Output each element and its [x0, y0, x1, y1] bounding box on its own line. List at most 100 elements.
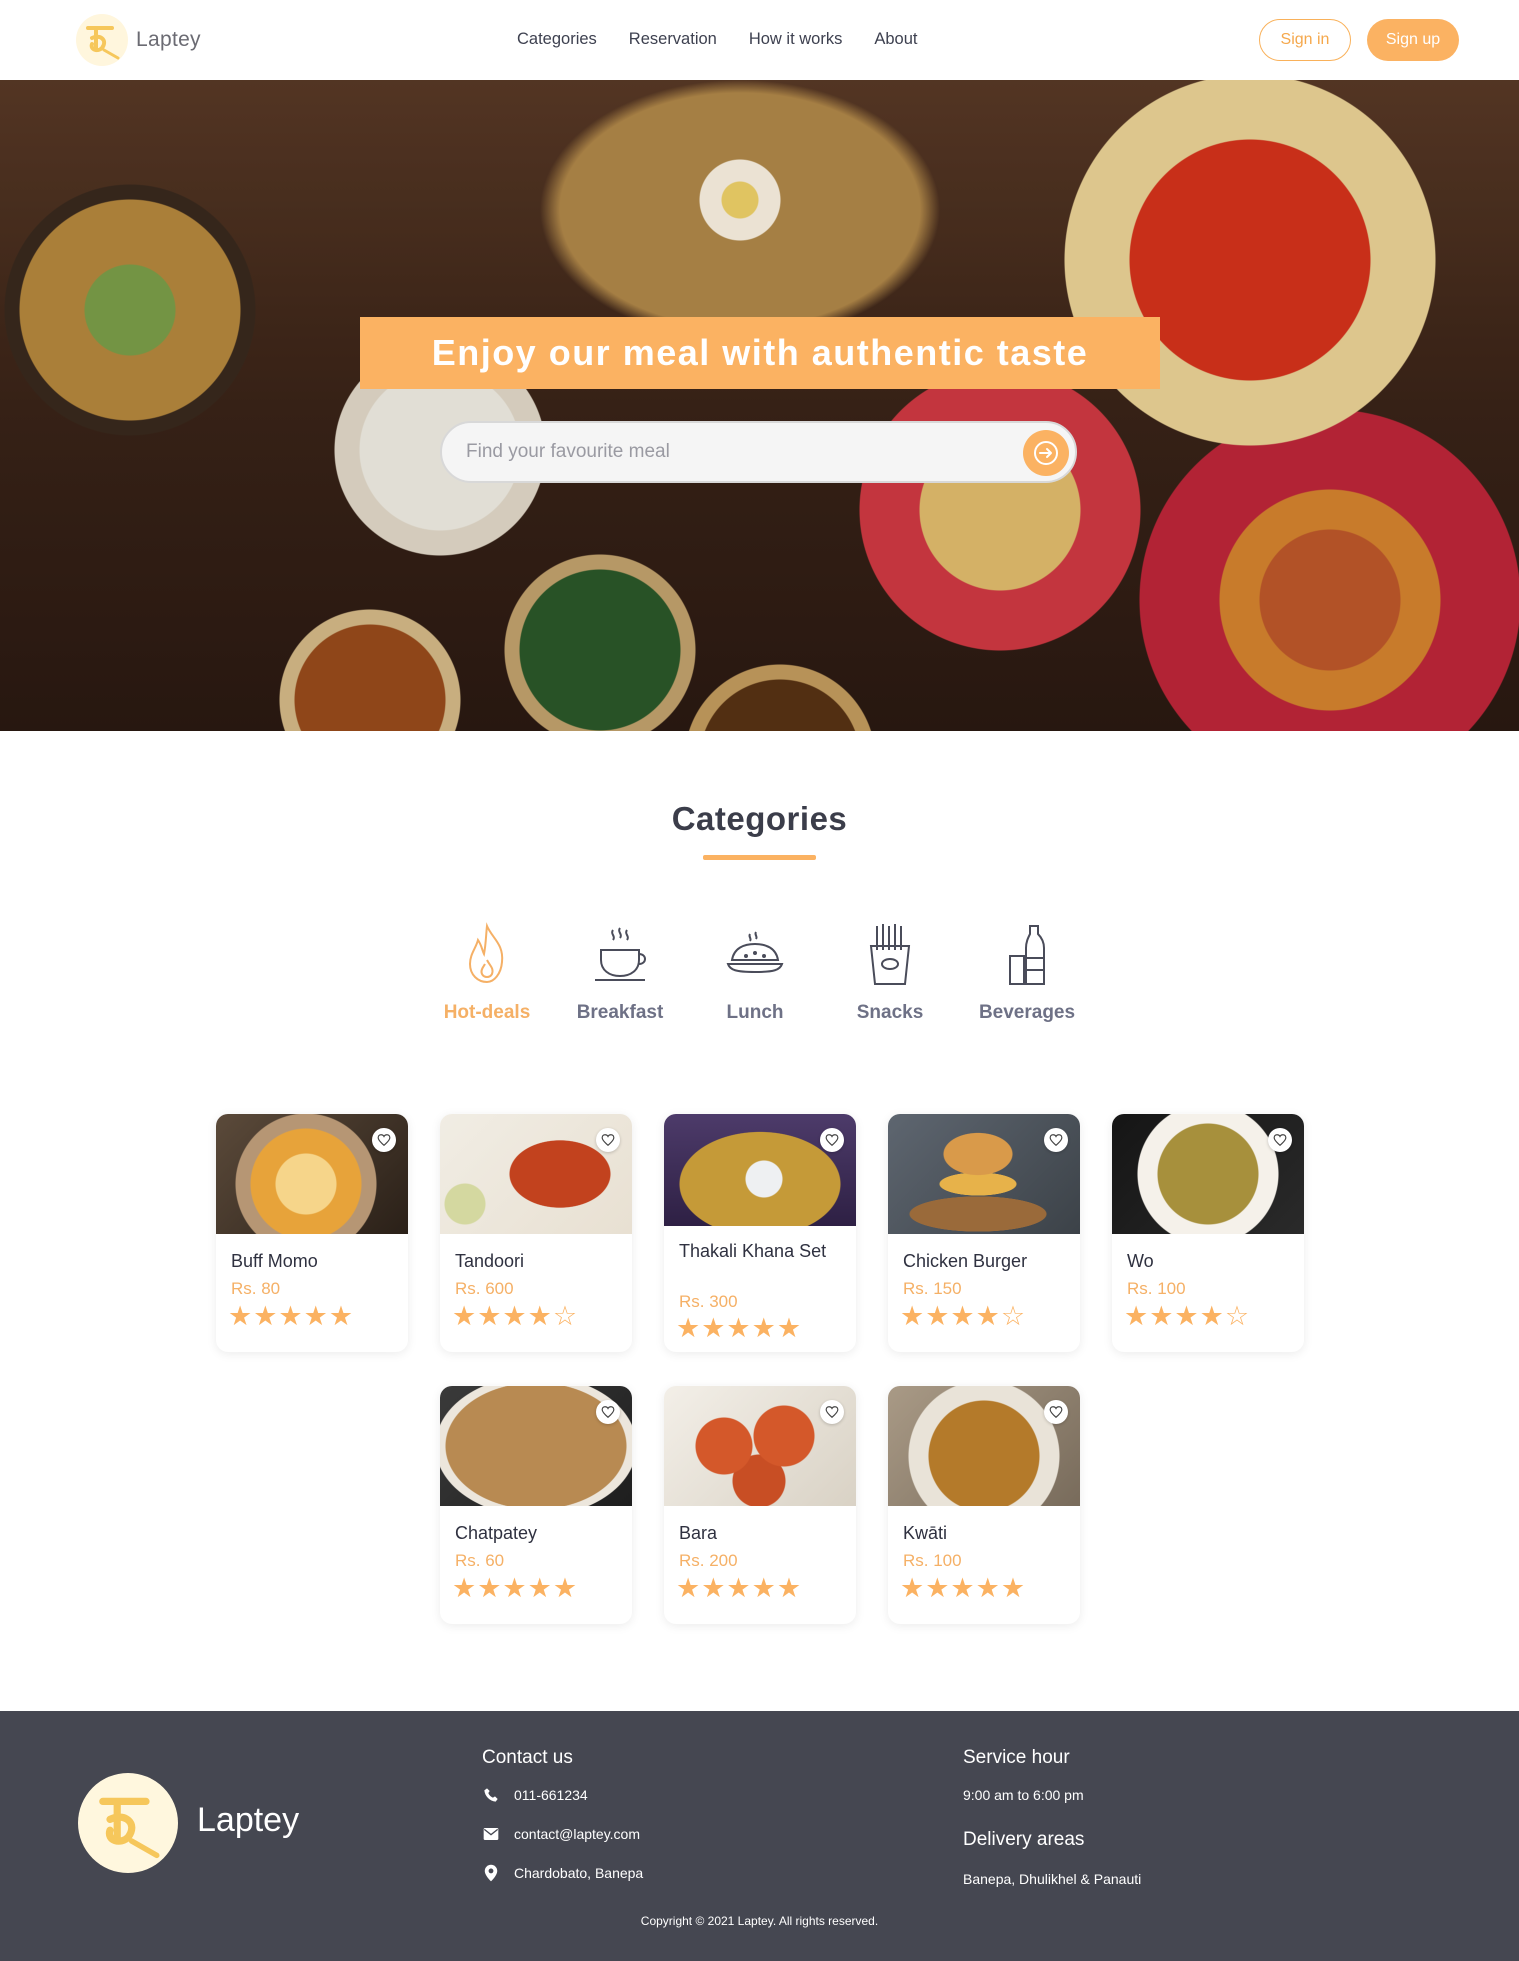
service-hour-heading: Service hour [963, 1747, 1070, 1768]
dish-icon [726, 931, 784, 974]
meal-rating: ★★★★★ [900, 1573, 1027, 1603]
sign-up-button[interactable]: Sign up [1367, 19, 1459, 61]
favorite-button[interactable] [1044, 1128, 1068, 1152]
heart-icon [1273, 1134, 1287, 1147]
meal-name: Chicken Burger [903, 1251, 1028, 1271]
meal-rating: ★★★★★ [676, 1313, 803, 1343]
category-label: Hot-deals [443, 1002, 531, 1023]
flame-icon [468, 922, 504, 984]
nav-about[interactable]: About [874, 30, 917, 49]
category-label: Lunch [726, 1002, 784, 1023]
sign-in-button[interactable]: Sign in [1259, 19, 1351, 61]
meal-rating: ★★★★☆ [1124, 1301, 1251, 1331]
header: Laptey Categories Reservation How it wor… [0, 0, 1519, 80]
contact-address: Chardobato, Banepa [482, 1864, 643, 1882]
category-beverages[interactable]: Beverages [962, 920, 1092, 1024]
nav-reservation[interactable]: Reservation [629, 30, 717, 49]
hero-banner: Enjoy our meal with authentic taste [0, 80, 1519, 731]
favorite-button[interactable] [1268, 1128, 1292, 1152]
logo[interactable]: Laptey [76, 14, 201, 66]
delivery-areas-heading: Delivery areas [963, 1829, 1085, 1850]
meal-name: Chatpatey [455, 1523, 538, 1543]
meal-card[interactable]: Chatpatey Rs. 60 ★★★★★ [440, 1386, 632, 1624]
meal-price: Rs. 200 [679, 1551, 738, 1570]
hero-title: Enjoy our meal with authentic taste [431, 332, 1089, 373]
meal-price: Rs. 100 [1127, 1279, 1186, 1298]
delivery-areas: Banepa, Dhulikhel & Panauti [963, 1871, 1142, 1887]
mail-icon [482, 1825, 500, 1843]
meal-name: Kwāti [903, 1523, 948, 1543]
main-nav: Categories Reservation How it works Abou… [517, 30, 917, 49]
copyright: Copyright © 2021 Laptey. All rights rese… [640, 1914, 879, 1928]
address-text: Chardobato, Banepa [514, 1865, 644, 1881]
categories-heading: Categories [671, 800, 848, 837]
search-input[interactable] [466, 423, 1006, 481]
meal-name: Bara [679, 1523, 718, 1543]
meal-price: Rs. 150 [903, 1279, 962, 1298]
meal-price: Rs. 100 [903, 1551, 962, 1570]
arrow-right-icon [1034, 441, 1058, 465]
heart-icon [825, 1406, 839, 1419]
favorite-button[interactable] [820, 1128, 844, 1152]
service-hours: 9:00 am to 6:00 pm [963, 1787, 1084, 1803]
hero-food-image [0, 80, 1519, 731]
phone-icon [482, 1786, 500, 1804]
heart-icon [601, 1134, 615, 1147]
favorite-button[interactable] [1044, 1400, 1068, 1424]
meal-card[interactable]: Buff Momo Rs. 80 ★★★★★ [216, 1114, 408, 1352]
heart-icon [825, 1134, 839, 1147]
category-label: Beverages [978, 1002, 1076, 1023]
meal-rating: ★★★★☆ [900, 1301, 1027, 1331]
heart-icon [377, 1134, 391, 1147]
category-label: Breakfast [576, 1002, 664, 1023]
category-lunch[interactable]: Lunch [690, 920, 820, 1024]
meal-price: Rs. 300 [679, 1292, 738, 1311]
heart-icon [601, 1406, 615, 1419]
meal-card[interactable]: Chicken Burger Rs. 150 ★★★★☆ [888, 1114, 1080, 1352]
meal-rating: ★★★★★ [452, 1573, 579, 1603]
meal-name: Thakali Khana Set [679, 1241, 827, 1261]
footer-brand: Laptey [197, 1801, 300, 1839]
favorite-button[interactable] [820, 1400, 844, 1424]
meal-rating: ★★★★★ [676, 1573, 803, 1603]
contact-phone[interactable]: 011-661234 [482, 1786, 588, 1804]
meal-price: Rs. 600 [455, 1279, 514, 1298]
meal-rating: ★★★★☆ [452, 1301, 579, 1331]
hero-title-box: Enjoy our meal with authentic taste [360, 317, 1160, 389]
meal-card[interactable]: Tandoori Rs. 600 ★★★★☆ [440, 1114, 632, 1352]
heart-icon [1049, 1134, 1063, 1147]
search-submit-button[interactable] [1023, 430, 1069, 476]
favorite-button[interactable] [596, 1128, 620, 1152]
location-pin-icon [482, 1864, 500, 1882]
phone-number: 011-661234 [514, 1787, 588, 1803]
fries-icon [869, 924, 911, 985]
coffee-cup-icon [595, 927, 646, 981]
meal-card[interactable]: Kwāti Rs. 100 ★★★★★ [888, 1386, 1080, 1624]
favorite-button[interactable] [596, 1400, 620, 1424]
category-label: Snacks [856, 1002, 924, 1023]
contact-email[interactable]: contact@laptey.com [482, 1825, 640, 1843]
heart-icon [1049, 1406, 1063, 1419]
logo-icon [76, 14, 128, 66]
meal-rating: ★★★★★ [228, 1301, 355, 1331]
nav-how-it-works[interactable]: How it works [749, 30, 843, 49]
meal-price: Rs. 80 [231, 1279, 281, 1298]
nav-categories[interactable]: Categories [517, 30, 597, 49]
contact-heading: Contact us [482, 1747, 573, 1768]
bottle-icon [1009, 925, 1045, 985]
search-bar [440, 421, 1077, 483]
footer-logo-icon [78, 1773, 178, 1873]
favorite-button[interactable] [372, 1128, 396, 1152]
meal-card[interactable]: Thakali Khana Set Rs. 300 ★★★★★ [664, 1114, 856, 1352]
meal-name: Buff Momo [231, 1251, 318, 1271]
brand-name: Laptey [136, 28, 201, 51]
email-address: contact@laptey.com [514, 1826, 641, 1842]
meal-card[interactable]: Wo Rs. 100 ★★★★☆ [1112, 1114, 1304, 1352]
heading-underline [703, 855, 816, 860]
category-hot-deals[interactable]: Hot-deals [422, 920, 552, 1024]
category-snacks[interactable]: Snacks [825, 920, 955, 1024]
meal-name: Tandoori [455, 1251, 525, 1271]
category-breakfast[interactable]: Breakfast [555, 920, 685, 1024]
meal-card[interactable]: Bara Rs. 200 ★★★★★ [664, 1386, 856, 1624]
meal-name: Wo [1127, 1251, 1154, 1271]
